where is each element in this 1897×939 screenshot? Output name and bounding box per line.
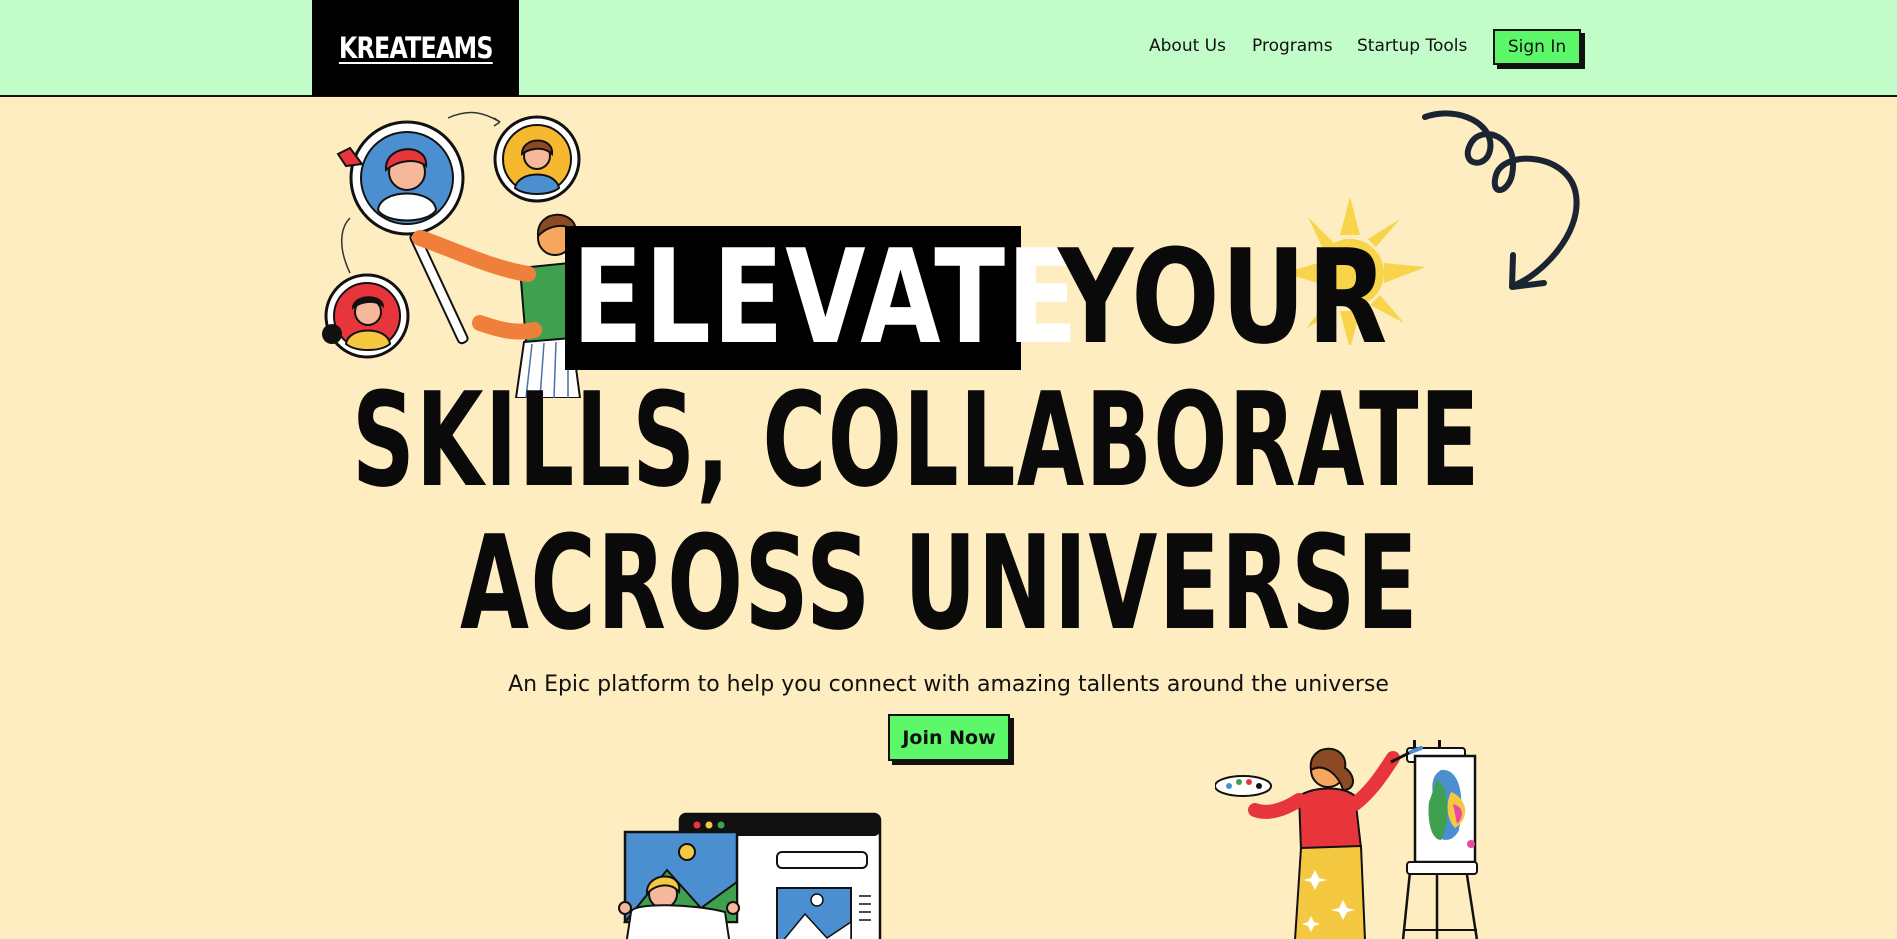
logo-text: KREATEAMS bbox=[338, 31, 494, 65]
browser-gallery-illustration bbox=[618, 812, 882, 939]
logo[interactable]: KREATEAMS bbox=[312, 0, 519, 96]
hero-subtitle: An Epic platform to help you connect wit… bbox=[508, 672, 1389, 697]
hero-highlight-word: ELEVATE bbox=[572, 221, 1080, 373]
join-now-button[interactable]: Join Now bbox=[888, 714, 1010, 761]
painter-illustration bbox=[1215, 740, 1479, 939]
swirl-arrow-icon bbox=[1422, 110, 1580, 290]
join-now-label: Join Now bbox=[902, 726, 996, 749]
nav-startup-tools[interactable]: Startup Tools bbox=[1357, 36, 1467, 56]
hero-line-1-rest: YOUR bbox=[1058, 221, 1389, 373]
site-header: KREATEAMS About Us Programs Startup Tool… bbox=[0, 0, 1897, 97]
nav-about-us[interactable]: About Us bbox=[1149, 36, 1226, 56]
hero-line-2: SKILLS, COLLABORATE bbox=[352, 364, 1481, 516]
sign-in-label: Sign In bbox=[1507, 37, 1567, 57]
hero-line-3: ACROSS UNIVERSE bbox=[460, 507, 1420, 659]
nav-programs[interactable]: Programs bbox=[1252, 36, 1333, 56]
sign-in-button[interactable]: Sign In bbox=[1493, 29, 1581, 65]
people-connect-illustration bbox=[322, 111, 586, 398]
